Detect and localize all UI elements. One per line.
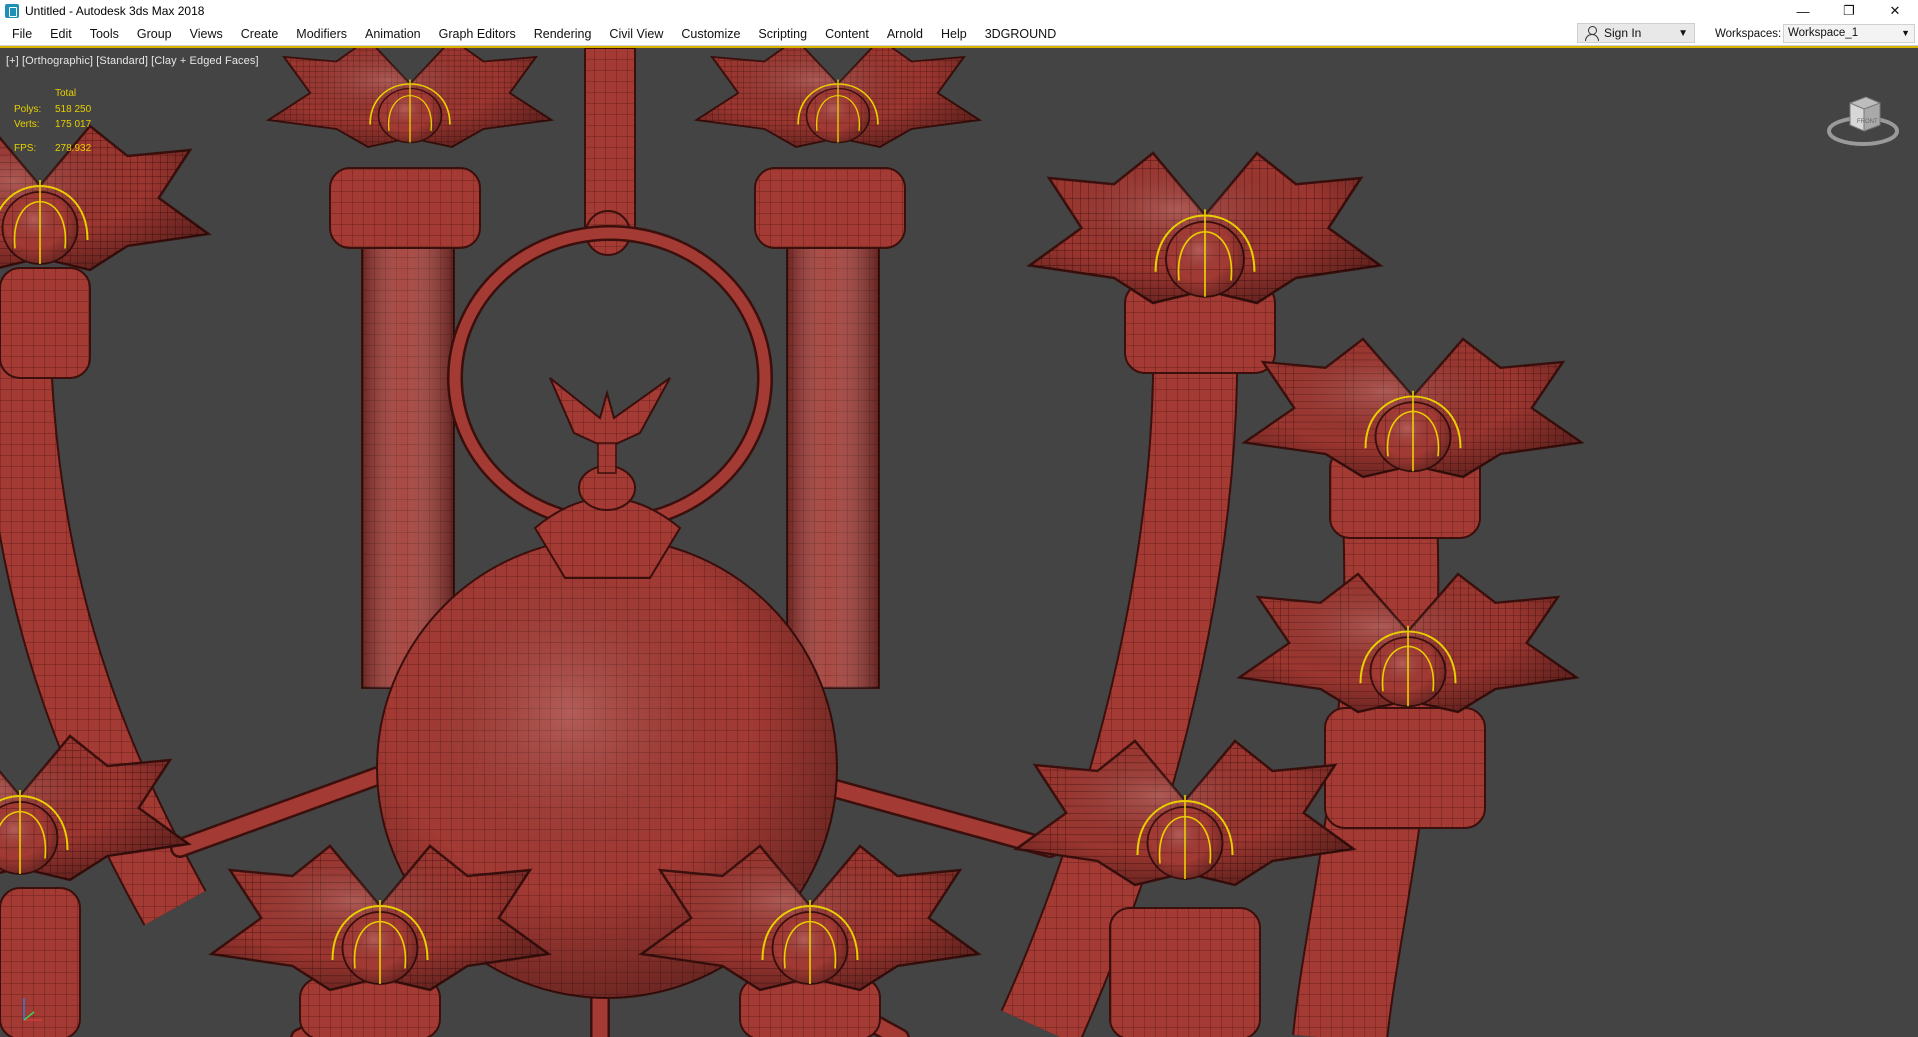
- menu-arnold[interactable]: Arnold: [878, 22, 932, 46]
- stats-fps-value: 278.932: [55, 142, 92, 154]
- menu-customize[interactable]: Customize: [672, 22, 749, 46]
- viewcube-face-label: FRONT: [1857, 119, 1878, 125]
- workspace-value: Workspace_1: [1788, 27, 1859, 39]
- 3ds-max-icon: [5, 4, 19, 18]
- user-icon: [1584, 25, 1600, 41]
- chevron-down-icon: ▼: [1678, 27, 1688, 39]
- menu-bar: File Edit Tools Group Views Create Modif…: [0, 22, 1918, 46]
- stats-polys-value: 518 250: [55, 103, 92, 115]
- menu-help[interactable]: Help: [932, 22, 976, 46]
- menu-3dground[interactable]: 3DGROUND: [976, 22, 1066, 46]
- window-controls: — ❐ ✕: [1780, 0, 1918, 22]
- menu-content[interactable]: Content: [816, 22, 878, 46]
- bird-ornament: [549, 377, 671, 450]
- menu-create[interactable]: Create: [232, 22, 288, 46]
- menu-modifiers[interactable]: Modifiers: [287, 22, 356, 46]
- menu-rendering[interactable]: Rendering: [525, 22, 601, 46]
- restore-button[interactable]: ❐: [1826, 0, 1872, 22]
- stats-total-label: Total: [55, 88, 77, 99]
- scene-render: [0, 48, 1583, 1037]
- menu-views[interactable]: Views: [181, 22, 232, 46]
- sign-in-label: Sign In: [1604, 26, 1642, 40]
- viewport-perspective[interactable]: [+] [Orthographic] [Standard] [Clay + Ed…: [0, 46, 1918, 1037]
- stats-verts-label: Verts:: [14, 119, 40, 130]
- axis-tripod-icon: [23, 998, 42, 1021]
- close-button[interactable]: ✕: [1872, 0, 1918, 22]
- stats-fps-label: FPS:: [14, 142, 37, 154]
- viewcube-icon[interactable]: FRONT: [1824, 81, 1902, 159]
- viewport-label[interactable]: [+] [Orthographic] [Standard] [Clay + Ed…: [6, 55, 259, 67]
- menu-file[interactable]: File: [0, 22, 41, 46]
- viewport-statistics: Total Polys: 518 250 Verts: 175 017 FPS: 27…: [14, 86, 91, 156]
- menu-tools[interactable]: Tools: [81, 22, 128, 46]
- window-title: Untitled - Autodesk 3ds Max 2018: [25, 4, 205, 18]
- menu-group[interactable]: Group: [128, 22, 181, 46]
- minimize-button[interactable]: —: [1780, 0, 1826, 22]
- sign-in-button[interactable]: Sign In ▼: [1577, 23, 1695, 43]
- menu-civil-view[interactable]: Civil View: [600, 22, 672, 46]
- menu-graph-editors[interactable]: Graph Editors: [430, 22, 525, 46]
- hanging-rod: [584, 48, 636, 229]
- workspace-select[interactable]: Workspace_1 ▼: [1783, 24, 1915, 43]
- stats-verts-value: 175 017: [55, 119, 92, 130]
- workspaces-label: Workspaces:: [1715, 28, 1782, 40]
- chevron-down-icon: ▼: [1901, 28, 1910, 38]
- menu-animation[interactable]: Animation: [356, 22, 430, 46]
- stats-polys-label: Polys:: [14, 103, 42, 115]
- menu-edit[interactable]: Edit: [41, 22, 81, 46]
- menu-scripting[interactable]: Scripting: [749, 22, 816, 46]
- title-bar: Untitled - Autodesk 3ds Max 2018 — ❐ ✕: [0, 0, 1918, 22]
